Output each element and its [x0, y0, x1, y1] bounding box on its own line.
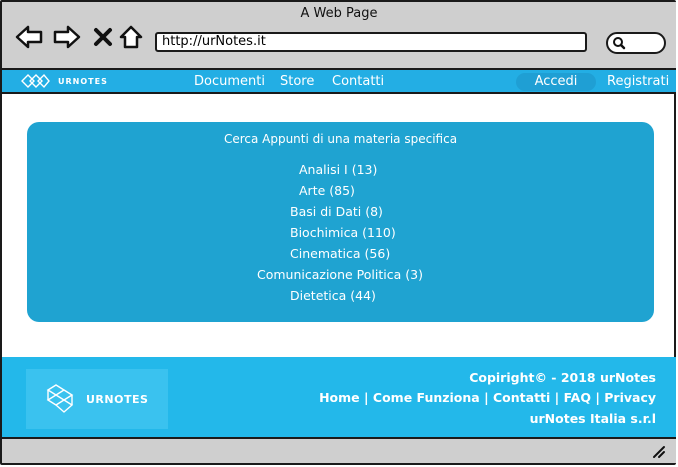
browser-toolbar: A Web Page http://urNotes.it — [2, 2, 676, 70]
subject-link[interactable]: Comunicazione Politica (3) — [257, 267, 423, 282]
subject-link[interactable]: Analisi I (13) — [299, 162, 377, 177]
site-navbar: URNOTES Documenti Store Contatti Accedi … — [2, 70, 676, 94]
home-icon — [119, 25, 143, 49]
search-icon — [613, 37, 626, 50]
subject-search-panel: Cerca Appunti di una materia specifica A… — [27, 122, 654, 322]
footer-links[interactable]: Home | Come Funziona | Contatti | FAQ | … — [319, 390, 656, 405]
close-icon — [94, 28, 112, 46]
nav-link-store[interactable]: Store — [280, 74, 314, 89]
subject-link[interactable]: Basi di Dati (8) — [290, 204, 383, 219]
home-button[interactable] — [116, 24, 146, 50]
brand-name: URNOTES — [58, 76, 108, 86]
footer-copyright: Copiright© - 2018 urNotes — [469, 370, 656, 385]
footer-brand-name: URNOTES — [86, 392, 149, 406]
subject-link[interactable]: Biochimica (110) — [290, 225, 396, 240]
arrow-right-icon — [53, 25, 81, 49]
back-button[interactable] — [14, 24, 44, 50]
search-field[interactable] — [606, 32, 666, 54]
nav-link-documenti[interactable]: Documenti — [194, 74, 265, 89]
resize-grip-icon[interactable] — [650, 443, 666, 459]
subject-link[interactable]: Arte (85) — [299, 183, 355, 198]
nav-link-contatti[interactable]: Contatti — [332, 74, 384, 89]
arrow-left-icon — [15, 25, 43, 49]
forward-button[interactable] — [52, 24, 82, 50]
site-footer: URNOTES Copiright© - 2018 urNotes Home |… — [2, 357, 676, 437]
login-button[interactable]: Accedi — [516, 73, 596, 91]
logo-icon — [21, 73, 50, 89]
panel-title: Cerca Appunti di una materia specifica — [223, 132, 458, 146]
site-logo[interactable]: URNOTES — [20, 73, 108, 89]
footer-company: urNotes Italia s.r.l — [529, 411, 656, 426]
address-bar[interactable]: http://urNotes.it — [155, 32, 587, 52]
subject-link[interactable]: Cinematica (56) — [290, 246, 390, 261]
logo-icon — [46, 384, 74, 413]
stop-button[interactable] — [88, 24, 118, 50]
footer-logo[interactable]: URNOTES — [26, 369, 168, 429]
status-bar — [2, 437, 676, 463]
subject-link[interactable]: Dietetica (44) — [290, 288, 376, 303]
window-title: A Web Page — [300, 6, 378, 21]
register-button[interactable]: Registrati — [607, 74, 669, 89]
